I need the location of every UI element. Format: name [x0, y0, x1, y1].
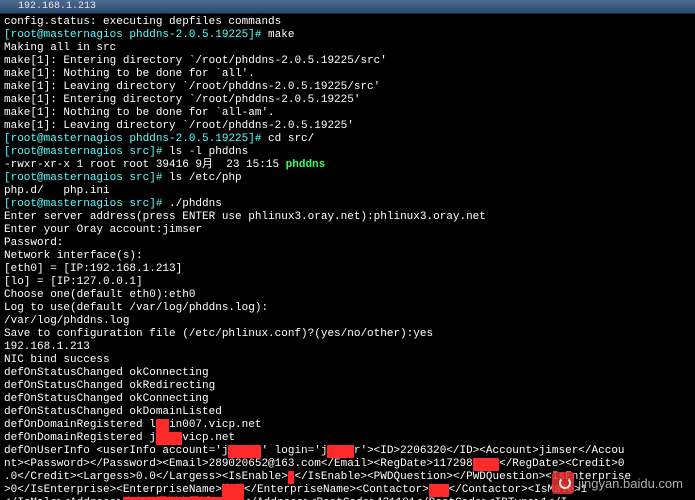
terminal-segment: >0</IsEnterprise><EnterpriseName> [4, 484, 222, 496]
terminal-segment: /var/log/phddns.log [4, 315, 129, 327]
terminal-segment: nt><Password></Password><Email>289020652… [4, 458, 473, 470]
terminal-line: make[1]: Entering directory `/root/phddn… [4, 55, 691, 68]
terminal-segment: imcer [228, 445, 261, 458]
terminal-line: [eth0] = [IP:192.168.1.213] [4, 263, 691, 276]
terminal-segment: __ [156, 419, 169, 432]
terminal-line: defOnDomainRegistered j____vicp.net [4, 432, 691, 445]
terminal-line: Network interface(s): [4, 250, 691, 263]
terminal-segment: Choose one(default eth0):eth0 [4, 289, 195, 301]
terminal-line: Password: [4, 237, 691, 250]
terminal-segment: make[1]: Nothing to be done for `all'. [4, 68, 255, 80]
terminal-line: [lo] = [IP:127.0.0.1] [4, 276, 691, 289]
terminal-segment: defOnStatusChanged okConnecting [4, 393, 209, 405]
terminal-line: -rwxr-xr-x 1 root root 39416 9月 23 15:15… [4, 159, 691, 172]
terminal-line: make[1]: Leaving directory `/root/phddns… [4, 81, 691, 94]
terminal-segment: make[1]: Leaving directory `/root/phddns… [4, 81, 380, 93]
terminal-segment: php.d/ php.ini [4, 185, 110, 197]
terminal-segment: make[1]: Entering directory `/root/phddn… [4, 94, 360, 106]
terminal-segment: ____ [327, 445, 353, 458]
terminal-segment: r'><ID>2206320</ID><Account>jimser</Acco… [354, 445, 625, 457]
terminal-line: [root@masternagios phddns-2.0.5.19225]# … [4, 29, 691, 42]
terminal-segment: </Contactor><IsMale>1 [449, 484, 588, 496]
terminal-line: defOnStatusChanged okConnecting [4, 367, 691, 380]
terminal-segment: Network interface(s): [4, 250, 143, 262]
terminal-line: defOnStatusChanged okRedirecting [4, 380, 691, 393]
terminal-segment: [eth0] = [IP:192.168.1.213] [4, 263, 182, 275]
terminal-line: Log to use(default /var/log/phddns.log): [4, 302, 691, 315]
terminal-segment: Enter your Oray account:jimser [4, 224, 202, 236]
terminal-line: [root@masternagios src]# ls -l phddns [4, 146, 691, 159]
terminal-segment: Enter server address(press ENTER use phl… [4, 211, 486, 223]
terminal-line: nt><Password></Password><Email>289020652… [4, 458, 691, 471]
terminal-line: [root@masternagios phddns-2.0.5.19225]# … [4, 133, 691, 146]
terminal-segment: [lo] = [IP:127.0.0.1] [4, 276, 143, 288]
terminal-line: Enter server address(press ENTER use phl… [4, 211, 691, 224]
terminal-line: make[1]: Leaving directory `/root/phddns… [4, 120, 691, 133]
terminal-segment: </EnterpriseName><Contactor> [244, 484, 429, 496]
terminal-segment: ./phddns [169, 198, 222, 210]
terminal-segment: Log to use(default /var/log/phddns.log): [4, 302, 268, 314]
terminal-segment: 赤龙 [222, 484, 244, 497]
terminal-line: 192.168.1.213 [4, 341, 691, 354]
terminal-segment: make[1]: Leaving directory `/root/phddns… [4, 120, 354, 132]
terminal-segment: defOnUserInfo <userInfo account='j [4, 445, 228, 457]
terminal-segment: vicp.net [182, 432, 235, 444]
terminal-segment: defOnStatusChanged okRedirecting [4, 380, 215, 392]
terminal-line: .0</Credit><Largess>0.0</Largess><IsEnab… [4, 471, 691, 484]
terminal-segment: [root@masternagios src]# [4, 198, 169, 210]
titlebar-ip: 192.168.1.213 [18, 0, 96, 13]
terminal-segment: make[1]: Entering directory `/root/phddn… [4, 55, 387, 67]
terminal-line: Enter your Oray account:jimser [4, 224, 691, 237]
terminal-output[interactable]: config.status: executing depfiles comman… [0, 14, 695, 500]
terminal-segment: [root@masternagios src]# [4, 146, 169, 158]
terminal-segment: Making all in src [4, 42, 116, 54]
terminal-line: php.d/ php.ini [4, 185, 691, 198]
terminal-line: defOnStatusChanged okConnecting [4, 393, 691, 406]
terminal-segment: ls -l phddns [169, 146, 248, 158]
terminal-line: Choose one(default eth0):eth0 [4, 289, 691, 302]
terminal-line: Save to configuration file (/etc/phlinux… [4, 328, 691, 341]
terminal-line: make[1]: Entering directory `/root/phddn… [4, 94, 691, 107]
terminal-line: Making all in src [4, 42, 691, 55]
terminal-segment: defOnDomainRegistered j [4, 432, 156, 444]
terminal-segment: defOnStatusChanged okConnecting [4, 367, 209, 379]
terminal-segment: </IsEnable><PWDQuestion></PWDQuestion><I… [294, 471, 631, 483]
terminal-segment: Password: [4, 237, 63, 249]
terminal-segment: Save to configuration file (/etc/phlinux… [4, 328, 433, 340]
terminal-segment: defOnDomainRegistered l [4, 419, 156, 431]
terminal-line: defOnDomainRegistered l__in007.vicp.net [4, 419, 691, 432]
terminal-segment: [root@masternagios phddns-2.0.5.19225]# [4, 133, 268, 145]
terminal-segment: ____ [156, 432, 182, 445]
terminal-line: defOnStatusChanged okDomainListed [4, 406, 691, 419]
terminal-segment: ' login='j [261, 445, 327, 457]
terminal-line: [root@masternagios src]# ls /etc/php [4, 172, 691, 185]
terminal-segment: ls /etc/php [169, 172, 242, 184]
terminal-segment: [root@masternagios src]# [4, 172, 169, 184]
terminal-line: NIC bind success [4, 354, 691, 367]
terminal-segment: -rwxr-xr-x 1 root root 39416 9月 23 15:15 [4, 159, 286, 171]
terminal-segment: make [268, 29, 294, 41]
terminal-segment: NIC bind success [4, 354, 110, 366]
terminal-line: config.status: executing depfiles comman… [4, 16, 691, 29]
terminal-segment: defOnStatusChanged okDomainListed [4, 406, 222, 418]
window-titlebar[interactable]: 192.168.1.213 [0, 0, 695, 14]
terminal-segment: 0000 [473, 458, 499, 471]
terminal-segment: in007.vicp.net [169, 419, 261, 431]
terminal-line: make[1]: Nothing to be done for `all-am'… [4, 107, 691, 120]
terminal-line: make[1]: Nothing to be done for `all'. [4, 68, 691, 81]
terminal-segment: [root@masternagios phddns-2.0.5.19225]# [4, 29, 268, 41]
terminal-segment: </RegDate><Credit>0 [499, 458, 624, 470]
terminal-line: >0</IsEnterprise><EnterpriseName>赤龙</Ent… [4, 484, 691, 497]
terminal-segment: 192.168.1.213 [4, 341, 90, 353]
terminal-segment: config.status: executing depfiles comman… [4, 16, 281, 28]
terminal-line: [root@masternagios src]# ./phddns [4, 198, 691, 211]
terminal-segment: make[1]: Nothing to be done for `all-am'… [4, 107, 275, 119]
terminal-segment: ___ [429, 484, 449, 497]
terminal-segment: .0</Credit><Largess>0.0</Largess><IsEnab… [4, 471, 288, 483]
terminal-segment: cd src/ [268, 133, 314, 145]
terminal-line: /var/log/phddns.log [4, 315, 691, 328]
terminal-segment: phddns [286, 159, 326, 171]
terminal-line: defOnUserInfo <userInfo account='jimcer'… [4, 445, 691, 458]
